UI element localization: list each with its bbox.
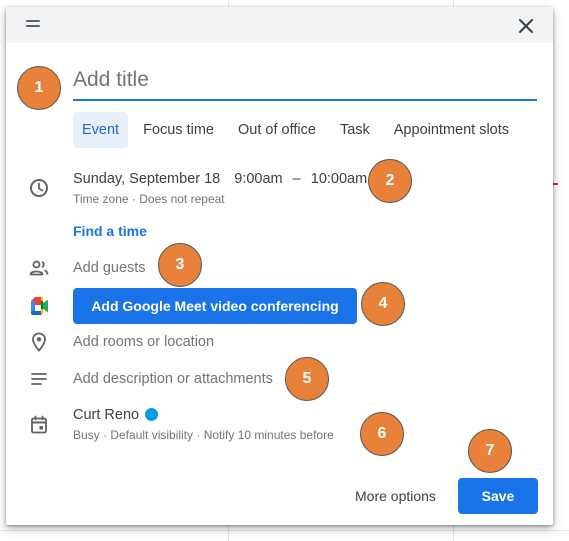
add-location-field[interactable]: Add rooms or location — [73, 334, 214, 350]
calendar-settings-info[interactable]: Busy · Default visibility · Notify 10 mi… — [73, 428, 334, 442]
time-separator: – — [292, 171, 301, 187]
close-icon — [519, 19, 533, 33]
guests-icon — [29, 260, 49, 276]
event-date[interactable]: Sunday, September 18 — [73, 171, 220, 187]
tab-out-of-office[interactable]: Out of office — [229, 112, 325, 148]
event-start-time[interactable]: 9:00am — [234, 171, 282, 187]
tab-event[interactable]: Event — [73, 112, 129, 148]
calendar-owner[interactable]: Curt Reno — [73, 407, 139, 423]
tab-appointment-slots[interactable]: Appointment slots — [385, 112, 518, 148]
callout-marker: 1 — [17, 66, 61, 110]
tab-task[interactable]: Task — [331, 112, 379, 148]
add-description-field[interactable]: Add description or attachments — [73, 371, 273, 387]
callout-marker: 5 — [285, 357, 329, 401]
callout-marker: 6 — [360, 412, 404, 456]
callout-marker: 3 — [158, 243, 202, 287]
drag-handle-icon[interactable] — [26, 20, 40, 28]
tab-focus-time[interactable]: Focus time — [134, 112, 223, 148]
save-button[interactable]: Save — [458, 478, 538, 514]
description-icon — [31, 373, 47, 385]
more-options-button[interactable]: More options — [345, 479, 446, 513]
calendar-color-dot[interactable] — [145, 408, 158, 421]
close-button[interactable] — [515, 15, 537, 37]
event-end-time[interactable]: 10:00am — [311, 171, 367, 187]
callout-marker: 4 — [361, 282, 405, 326]
google-meet-icon — [31, 297, 48, 315]
dialog-drag-bar[interactable] — [6, 7, 553, 43]
callout-marker: 7 — [468, 429, 512, 473]
clock-icon — [30, 179, 48, 197]
location-pin-icon — [32, 332, 46, 352]
event-datetime[interactable]: Sunday, September 18 9:00am – 10:00am — [73, 171, 367, 187]
event-type-tabs: Event Focus time Out of office Task Appo… — [73, 112, 524, 148]
grid-line — [0, 530, 569, 531]
add-guests-field[interactable]: Add guests — [73, 260, 146, 276]
event-title-input[interactable] — [73, 65, 537, 101]
calendar-icon — [31, 415, 47, 434]
timezone-repeat-info[interactable]: Time zone · Does not repeat — [73, 192, 225, 206]
callout-marker: 2 — [368, 159, 412, 203]
add-google-meet-button[interactable]: Add Google Meet video conferencing — [73, 288, 357, 324]
find-a-time-link[interactable]: Find a time — [73, 223, 147, 239]
